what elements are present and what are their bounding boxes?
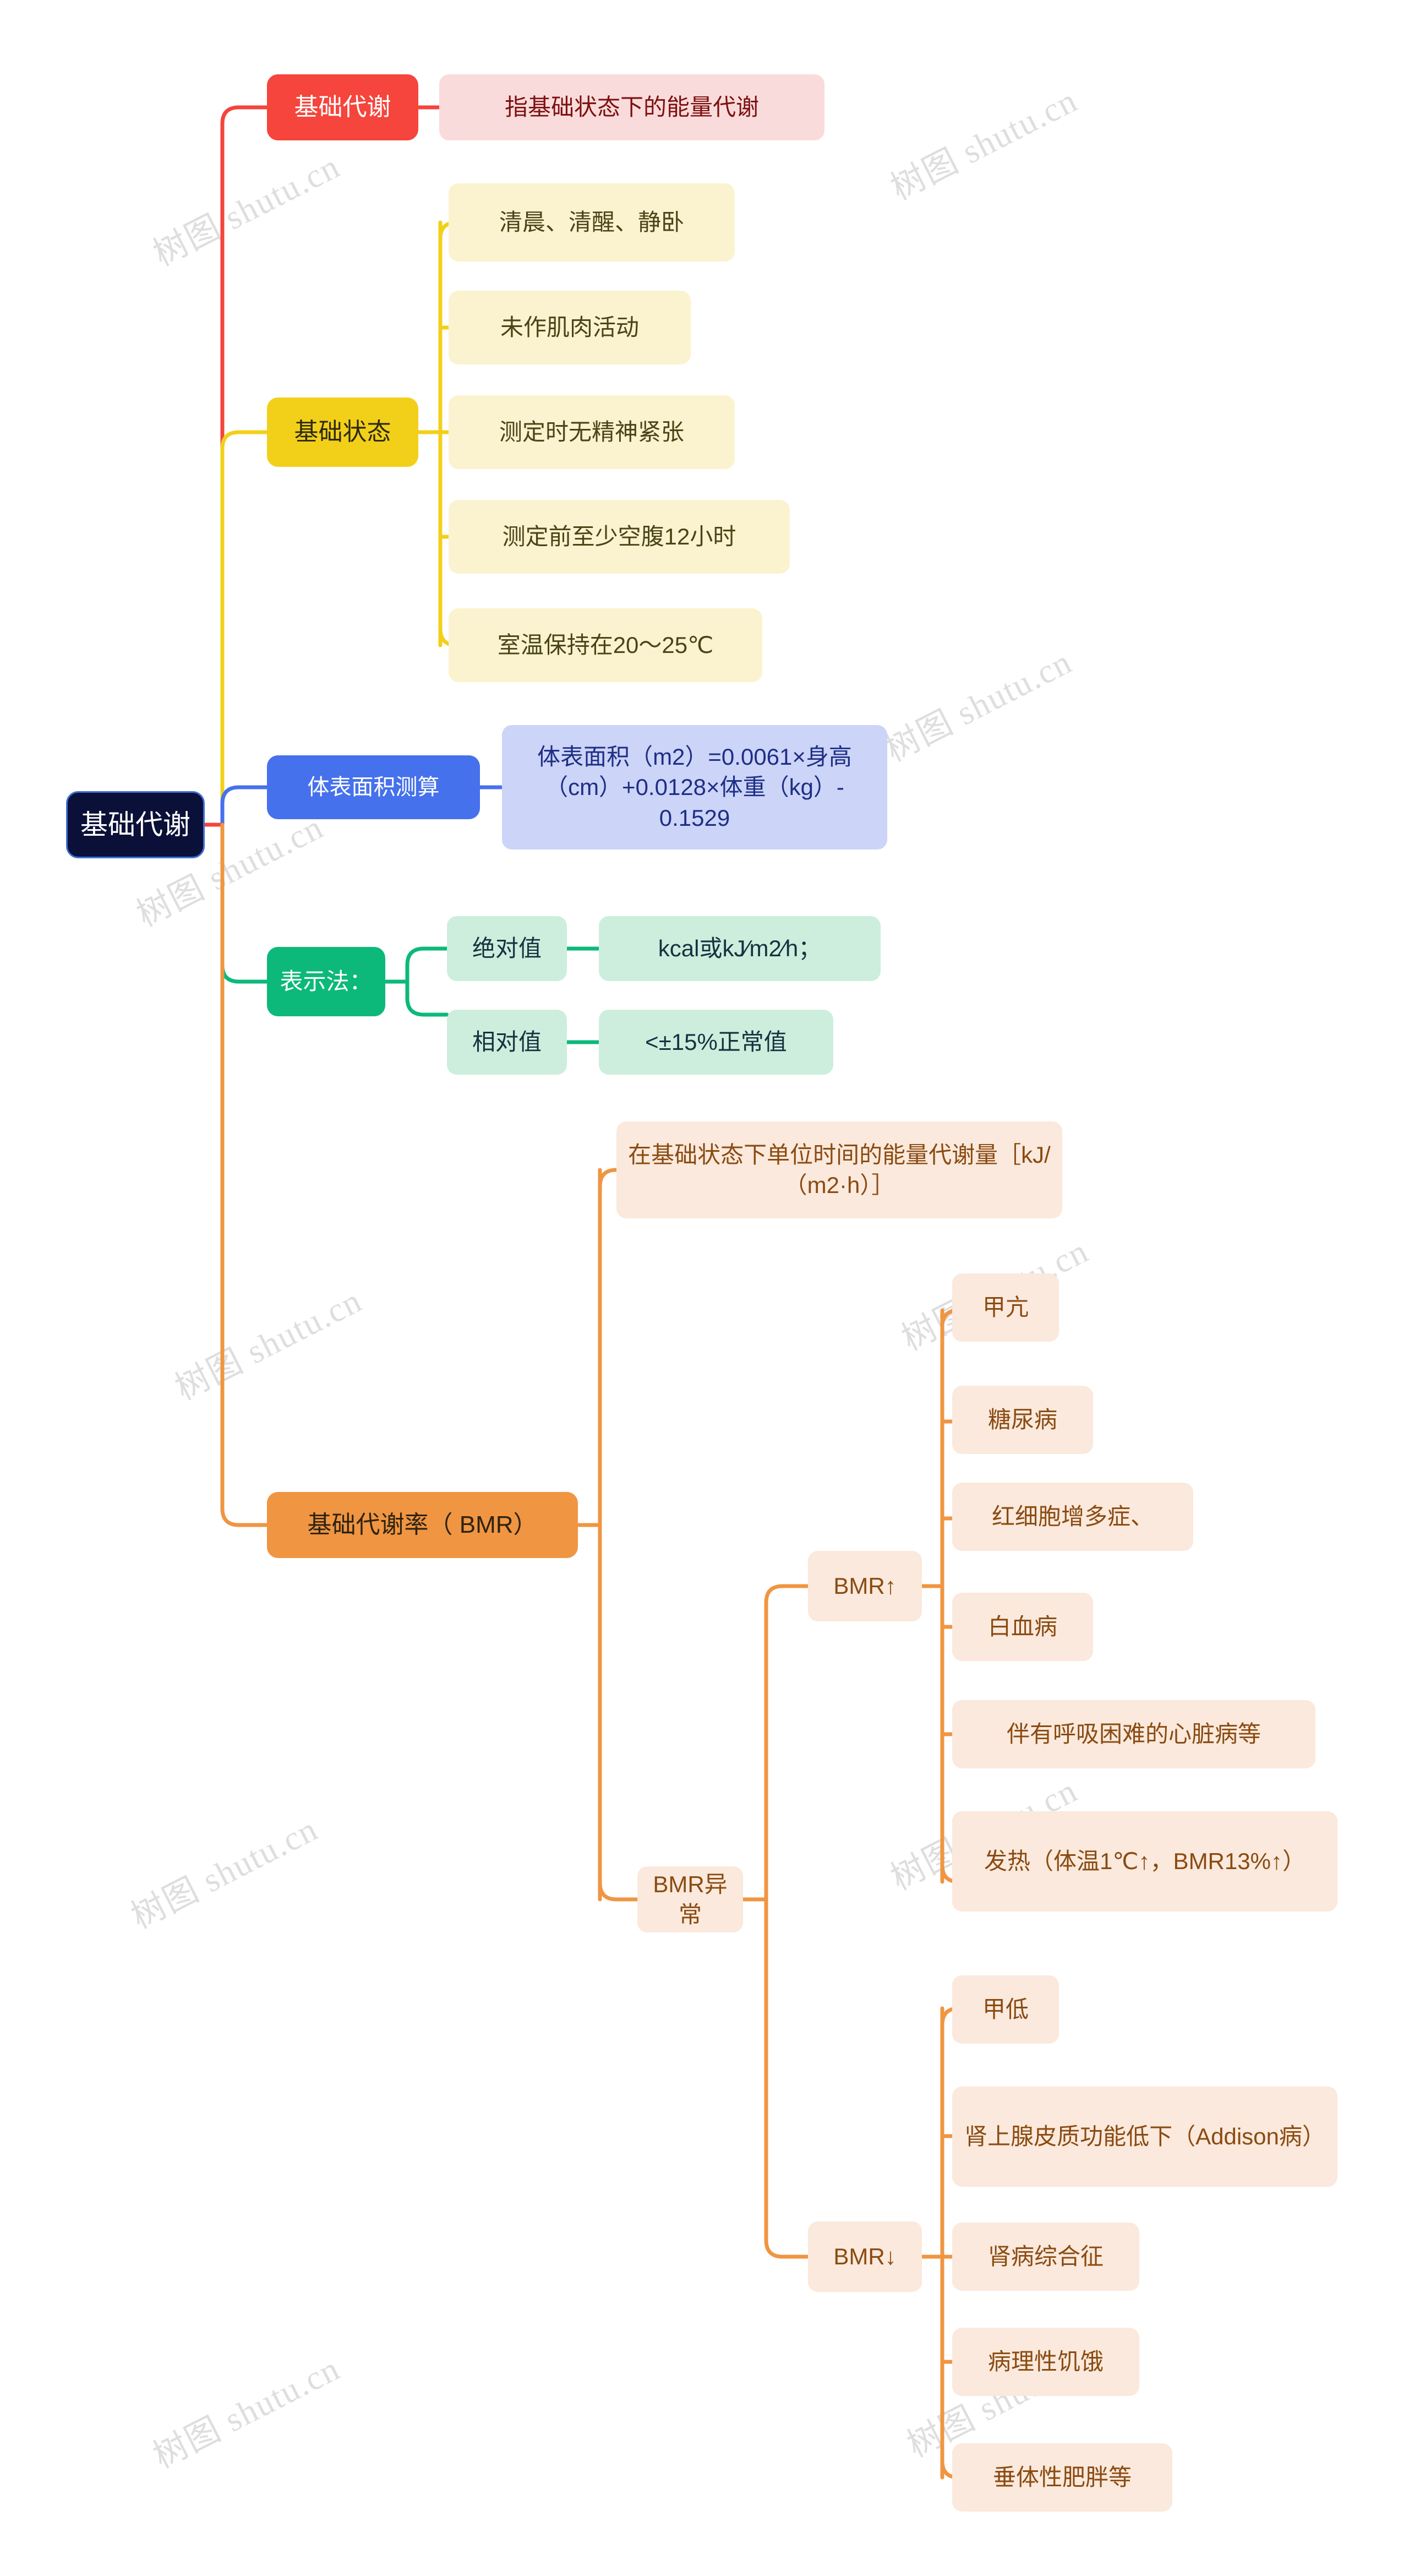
root-node[interactable]: 基础代谢 — [66, 791, 205, 858]
mid-node-relative-value[interactable]: 相对值 — [447, 1010, 567, 1075]
link-spine-yellow — [220, 430, 269, 827]
leaf-node-basal-state-1[interactable]: 清晨、清醒、静卧 — [449, 183, 735, 262]
mid-node-label: 绝对值 — [472, 935, 542, 962]
leaf-node-bmr-up-2[interactable]: 糖尿病 — [952, 1386, 1093, 1454]
leaf-node-label: 肾病综合征 — [987, 2243, 1104, 2270]
leaf-node-bmr-down-1[interactable]: 甲低 — [952, 1975, 1059, 2044]
leaf-node-label: kcal或kJ∕m2∕h； — [658, 935, 822, 962]
leaf-node-label: 未作肌肉活动 — [500, 314, 639, 341]
leaf-node-bmr-down-2[interactable]: 肾上腺皮质功能低下（Addison病） — [952, 2087, 1337, 2187]
branch-node-label: 表示法： — [280, 968, 373, 995]
branch-node-definition[interactable]: 基础代谢 — [267, 74, 418, 140]
link-green-child-rel — [405, 996, 449, 1017]
leaf-node-label: 测定时无精神紧张 — [499, 419, 684, 445]
leaf-node-label: 甲亢 — [982, 1294, 1029, 1321]
mid-node-bmr-increase[interactable]: BMR↑ — [808, 1551, 922, 1621]
branch-node-label: 基础代谢 — [294, 93, 391, 121]
leaf-node-basal-state-4[interactable]: 测定前至少空腹12小时 — [449, 500, 790, 574]
branch-node-bmr[interactable]: 基础代谢率（ BMR） — [267, 1492, 578, 1558]
mid-node-bmr-decrease[interactable]: BMR↓ — [808, 2221, 922, 2292]
root-node-label: 基础代谢 — [80, 809, 190, 840]
leaf-node-basal-state-3[interactable]: 测定时无精神紧张 — [449, 395, 735, 469]
link-spine-blue — [220, 785, 269, 827]
link-bmr-abnormal — [598, 1881, 640, 1902]
leaf-node-label: 在基础状态下单位时间的能量代谢量［kJ/（m2·h）］ — [628, 1141, 1051, 1198]
leaf-node-bmr-down-5[interactable]: 垂体性肥胖等 — [952, 2443, 1172, 2512]
leaf-node-label: <±15%正常值 — [645, 1029, 787, 1055]
mid-node-label: BMR↑ — [833, 1573, 897, 1599]
connector-layer — [203, 105, 977, 2480]
mid-node-label: BMR↓ — [833, 2243, 897, 2270]
leaf-node-relative-range[interactable]: <±15%正常值 — [599, 1010, 833, 1075]
leaf-node-label: 甲低 — [982, 1996, 1029, 2023]
leaf-node-label: 指基础状态下的能量代谢 — [504, 94, 759, 121]
leaf-node-definition-text[interactable]: 指基础状态下的能量代谢 — [439, 74, 824, 140]
leaf-node-label: 垂体性肥胖等 — [992, 2464, 1132, 2491]
leaf-node-bmr-up-3[interactable]: 红细胞增多症、 — [952, 1483, 1193, 1551]
leaf-node-bmr-up-6[interactable]: 发热（体温1℃↑，BMR13%↑） — [952, 1811, 1337, 1911]
leaf-node-basal-state-5[interactable]: 室温保持在20～25℃ — [449, 608, 762, 682]
leaf-node-label: 红细胞增多症、 — [991, 1504, 1154, 1530]
link-spine-red — [220, 105, 269, 827]
branch-node-label: 基础代谢率（ BMR） — [307, 1511, 538, 1538]
leaf-node-label: 室温保持在20～25℃ — [497, 632, 714, 658]
leaf-node-bmr-down-3[interactable]: 肾病综合征 — [952, 2223, 1139, 2291]
leaf-node-label: 发热（体温1℃↑，BMR13%↑） — [984, 1848, 1306, 1875]
leaf-node-bmr-up-5[interactable]: 伴有呼吸困难的心脏病等 — [952, 1700, 1315, 1768]
leaf-node-label: 糖尿病 — [987, 1407, 1057, 1433]
branch-node-body-surface-area[interactable]: 体表面积测算 — [267, 755, 480, 819]
leaf-node-bmr-up-1[interactable]: 甲亢 — [952, 1273, 1059, 1342]
leaf-node-absolute-unit[interactable]: kcal或kJ∕m2∕h； — [599, 916, 881, 981]
link-abnormal-down — [764, 2238, 810, 2259]
mid-node-absolute-value[interactable]: 绝对值 — [447, 916, 567, 981]
leaf-node-bmr-definition[interactable]: 在基础状态下单位时间的能量代谢量［kJ/（m2·h）］ — [616, 1121, 1062, 1218]
leaf-node-basal-state-2[interactable]: 未作肌肉活动 — [449, 291, 691, 364]
branch-node-basal-state[interactable]: 基础状态 — [267, 397, 418, 467]
leaf-node-bmr-up-4[interactable]: 白血病 — [952, 1593, 1093, 1661]
link-abnormal-up — [764, 1584, 810, 1605]
leaf-node-label: 病理性饥饿 — [987, 2349, 1104, 2375]
leaf-node-label: 肾上腺皮质功能低下（Addison病） — [964, 2123, 1325, 2150]
link-green-child-abs — [405, 946, 449, 967]
leaf-node-bsa-formula[interactable]: 体表面积（m2）=0.0061×身高（cm）+0.0128×体重（kg）- 0.… — [502, 725, 887, 849]
branch-node-label: 基础状态 — [294, 418, 391, 445]
branch-node-expression[interactable]: 表示法： — [267, 947, 385, 1016]
branch-node-label: 体表面积测算 — [307, 775, 440, 799]
leaf-node-label: 白血病 — [987, 1614, 1057, 1640]
mid-node-label: 相对值 — [472, 1029, 542, 1055]
mindmap-canvas: 树图 shutu.cn 树图 shutu.cn 树图 shutu.cn 树图 s… — [0, 0, 1409, 2576]
leaf-node-label: 测定前至少空腹12小时 — [502, 524, 736, 550]
mid-node-bmr-abnormal[interactable]: BMR异常 — [637, 1866, 743, 1932]
leaf-node-label: 体表面积（m2）=0.0061×身高（cm）+0.0128×体重（kg）- 0.… — [537, 743, 852, 831]
link-spine-green — [220, 823, 269, 984]
mid-node-label: BMR异常 — [653, 1871, 728, 1927]
leaf-node-bmr-down-4[interactable]: 病理性饥饿 — [952, 2328, 1139, 2396]
link-spine-orange — [220, 823, 269, 1527]
leaf-node-label: 清晨、清醒、静卧 — [499, 209, 684, 236]
leaf-node-label: 伴有呼吸困难的心脏病等 — [1006, 1721, 1261, 1747]
